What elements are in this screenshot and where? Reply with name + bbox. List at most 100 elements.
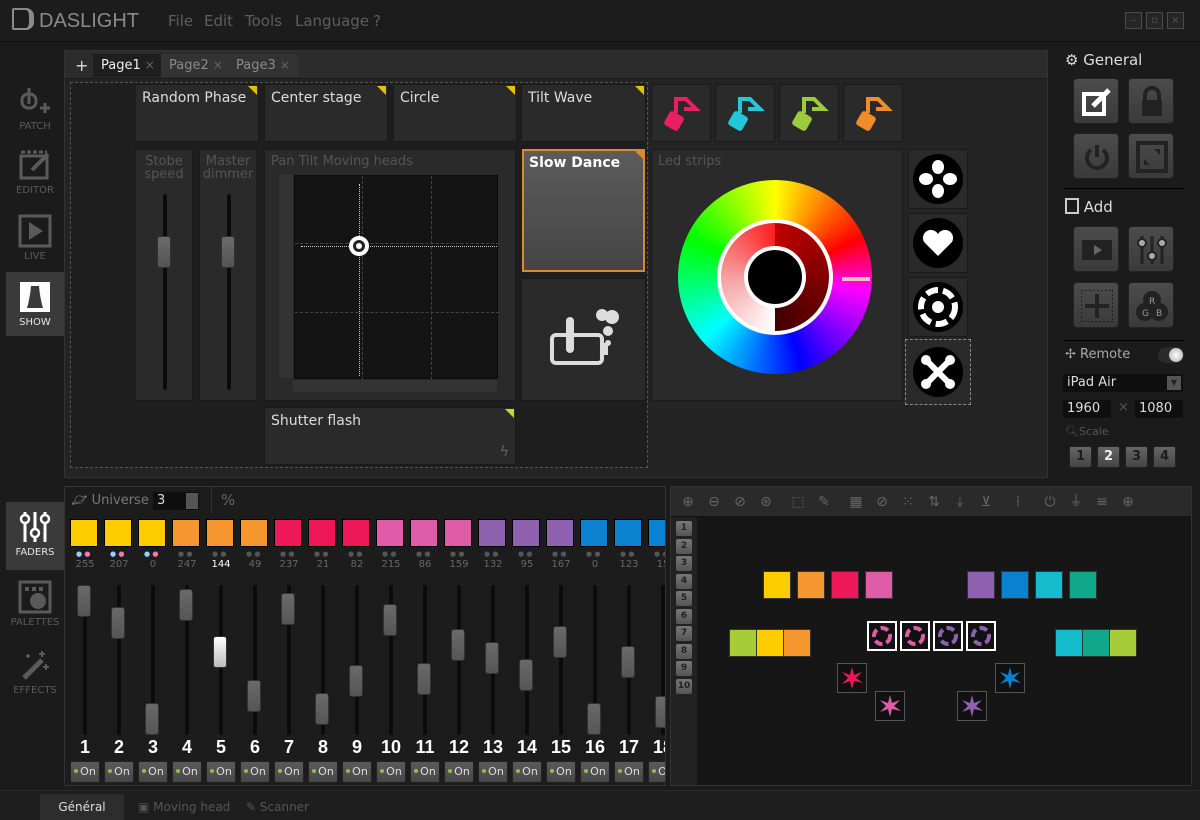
channel-on-button[interactable]: On: [172, 761, 202, 783]
gobo-button[interactable]: [908, 213, 968, 273]
nav-faders[interactable]: FADERS: [6, 502, 64, 570]
scene-center-stage[interactable]: Center stage: [264, 84, 388, 142]
channel-fader-knob[interactable]: [485, 641, 499, 674]
channel-fader-knob[interactable]: [77, 585, 91, 617]
channel-on-button[interactable]: On: [444, 761, 474, 783]
bottom-tab-general[interactable]: Général: [40, 794, 124, 820]
fixture-bar-cell[interactable]: [783, 629, 811, 657]
channel-fader-knob[interactable]: [145, 703, 159, 735]
channel-fader-knob[interactable]: [281, 593, 295, 626]
scene-tilt-wave[interactable]: Tilt Wave: [521, 84, 646, 142]
menu-tools[interactable]: Tools: [245, 12, 282, 30]
channel-fader-track[interactable]: [253, 585, 257, 735]
channel-fader-knob[interactable]: [111, 607, 125, 640]
color-preset-button[interactable]: [651, 84, 711, 142]
scale-1-button[interactable]: 1: [1069, 446, 1092, 468]
fixture-bar-cell[interactable]: [1082, 629, 1110, 657]
nav-patch[interactable]: PATCH: [6, 76, 64, 140]
fixture-moving-head[interactable]: [867, 621, 897, 651]
target-icon[interactable]: ⊕: [1119, 493, 1137, 511]
master-dimmer-fader[interactable]: Master dimmer: [199, 149, 257, 401]
channel-on-button[interactable]: On: [104, 761, 134, 783]
tilt-slider[interactable]: [279, 174, 293, 378]
channel-fader-knob[interactable]: [621, 646, 635, 679]
add-rgb-button[interactable]: RGB: [1128, 282, 1174, 328]
fixture-scanner[interactable]: [995, 663, 1025, 693]
block-icon[interactable]: ⊘: [873, 493, 891, 511]
channel-fader-knob[interactable]: [587, 703, 601, 735]
hue-marker[interactable]: [842, 277, 870, 281]
spread-icon[interactable]: ⁙: [899, 493, 917, 511]
fixture-par[interactable]: [967, 571, 995, 599]
channel-on-button[interactable]: On: [240, 761, 270, 783]
gobo-button[interactable]: [908, 149, 968, 209]
width-input[interactable]: 1960: [1063, 400, 1111, 418]
nav-show[interactable]: SHOW: [6, 272, 64, 336]
channel-on-button[interactable]: On: [512, 761, 542, 783]
fixture-moving-head[interactable]: [966, 621, 996, 651]
channel-fader-knob[interactable]: [213, 636, 227, 669]
close-tab-icon[interactable]: ×: [145, 58, 155, 72]
channel-on-button[interactable]: On: [70, 761, 100, 783]
gobo-button-selected[interactable]: [905, 339, 971, 405]
fixture-par[interactable]: [1001, 571, 1029, 599]
channel-fader-knob[interactable]: [451, 629, 465, 662]
led-strips-widget[interactable]: Led strips: [651, 149, 903, 401]
menu-help[interactable]: ?: [373, 12, 381, 30]
strobe-speed-fader[interactable]: Stobe speed: [135, 149, 193, 401]
add-fader-button[interactable]: [1128, 226, 1174, 272]
power-button[interactable]: [1073, 133, 1119, 179]
grid-icon[interactable]: ▦: [847, 493, 865, 511]
fixture-scanner[interactable]: [875, 691, 905, 721]
bottom-tab-scanner[interactable]: ✎ Scanner: [236, 794, 319, 820]
fader-knob[interactable]: [221, 236, 235, 268]
channel-fader-knob[interactable]: [247, 680, 261, 713]
lock-button[interactable]: [1128, 78, 1174, 124]
fixture-par[interactable]: [865, 571, 893, 599]
matrix-icon[interactable]: ⁞: [1009, 493, 1027, 511]
nav-live[interactable]: LIVE: [6, 206, 64, 270]
channel-on-button[interactable]: On: [478, 761, 508, 783]
add-page-button[interactable]: +: [67, 54, 96, 77]
tab-page1[interactable]: Page1 ×: [93, 54, 163, 77]
channel-fader-knob[interactable]: [349, 665, 363, 698]
menu-language[interactable]: Language: [295, 12, 369, 30]
channel-fader-track[interactable]: [355, 585, 359, 735]
add-scene-button[interactable]: [1073, 226, 1119, 272]
nav-effects[interactable]: EFFECTS: [6, 640, 64, 704]
align-top-icon[interactable]: ⇅: [925, 493, 943, 511]
fixture-bar-cell[interactable]: [729, 629, 757, 657]
fixture-scanner[interactable]: [957, 691, 987, 721]
align-down-icon[interactable]: ⊻: [977, 493, 995, 511]
bottom-tab-moving-head[interactable]: ▣ Moving head: [128, 794, 240, 820]
channel-fader-knob[interactable]: [179, 588, 193, 621]
zoom-in-icon[interactable]: ⊕: [679, 493, 697, 511]
channel-fader-track[interactable]: [559, 585, 563, 735]
menu-edit[interactable]: Edit: [204, 12, 233, 30]
device-select[interactable]: iPad Air ▼: [1063, 374, 1183, 392]
remote-toggle[interactable]: [1158, 347, 1184, 363]
channel-on-button[interactable]: On: [274, 761, 304, 783]
channel-on-button[interactable]: On: [580, 761, 610, 783]
fixture-par[interactable]: [797, 571, 825, 599]
draw-icon[interactable]: ✎: [815, 493, 833, 511]
minimize-button[interactable]: –: [1125, 12, 1142, 29]
fixture-bar-cell[interactable]: [756, 629, 784, 657]
fixture-scanner[interactable]: [837, 663, 867, 693]
close-tab-icon[interactable]: ×: [213, 58, 223, 72]
channel-on-button[interactable]: On: [648, 761, 665, 783]
align-bottom-icon[interactable]: ⤓: [951, 493, 969, 511]
channel-fader-knob[interactable]: [417, 663, 431, 696]
select-icon[interactable]: ⬚: [789, 493, 807, 511]
scale-4-button[interactable]: 4: [1153, 446, 1176, 468]
fixture-moving-head[interactable]: [933, 621, 963, 651]
channel-fader-track[interactable]: [423, 585, 427, 735]
fixture-list-icon[interactable]: ≡: [1093, 493, 1111, 511]
pan-tilt-widget[interactable]: Pan Tilt Moving heads: [264, 149, 516, 401]
channel-fader-knob[interactable]: [519, 659, 533, 692]
fader-track[interactable]: [227, 194, 231, 390]
edit-mode-button[interactable]: [1073, 78, 1119, 124]
channel-fader-knob[interactable]: [655, 696, 665, 729]
channel-on-button[interactable]: On: [546, 761, 576, 783]
channel-on-button[interactable]: On: [308, 761, 338, 783]
